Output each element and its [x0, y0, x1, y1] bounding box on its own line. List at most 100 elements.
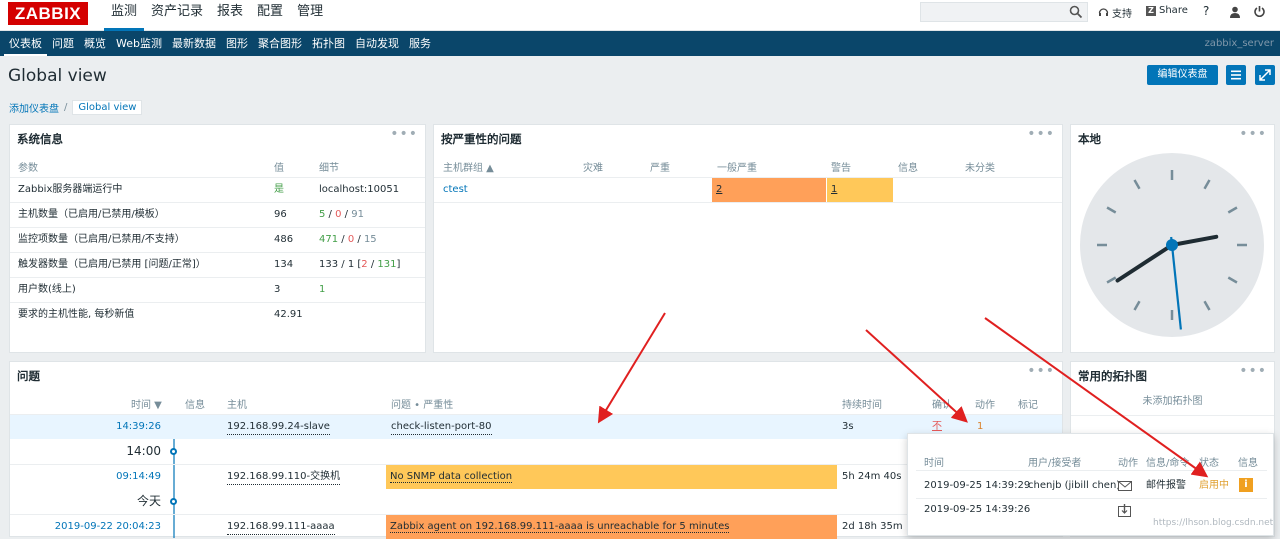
widget-title: 问题	[17, 369, 40, 383]
problem-link[interactable]: No SNMP data collection	[390, 471, 513, 483]
search-input[interactable]	[921, 3, 1066, 21]
detail-text: localhost:10051	[319, 184, 400, 195]
col-host-group[interactable]: 主机群组 ▲	[443, 159, 494, 174]
menu-reports[interactable]: 报表	[210, 0, 250, 31]
popup-col-time: 时间	[924, 458, 944, 469]
widget-title: 系统信息	[17, 132, 63, 146]
col-param: 参数	[18, 163, 38, 174]
problem-severity-cell: Zabbix agent on 192.168.99.111-aaaa is u…	[386, 515, 837, 539]
col-ack: 确认	[932, 400, 952, 411]
col-value: 值	[274, 163, 284, 174]
problem-time[interactable]: 14:39:26	[116, 415, 161, 439]
search-icon[interactable]	[1069, 5, 1083, 19]
tab-discovery[interactable]: 自动发现	[350, 31, 404, 56]
fullscreen-button[interactable]	[1255, 65, 1275, 85]
problem-time[interactable]: 2019-09-22 20:04:23	[55, 515, 161, 539]
value-text: 96	[274, 209, 287, 220]
param-text: 用户数(线上)	[18, 284, 76, 295]
menu-administration[interactable]: 管理	[290, 0, 330, 31]
tab-screens[interactable]: 聚合图形	[253, 31, 307, 56]
tab-problems[interactable]: 问题	[47, 31, 79, 56]
menu-monitoring[interactable]: 监测	[104, 0, 145, 31]
zabbix-logo[interactable]: ZABBIX	[8, 2, 88, 25]
watermark: https://lhson.blog.csdn.net	[1153, 518, 1274, 528]
value-text: 42.91	[274, 309, 303, 320]
fullscreen-icon	[1259, 69, 1271, 81]
table-row: 要求的主机性能, 每秒新值 42.91	[10, 302, 425, 327]
system-info-widget: 系统信息 ••• 参数 值 细节 Zabbix服务器端运行中 是 localho…	[9, 124, 426, 353]
widget-menu-icon[interactable]: •••	[390, 126, 418, 142]
slash: /	[338, 234, 348, 245]
param-text: 触发器数量（已启用/已禁用 [问题/正常]）	[18, 259, 206, 270]
clock-center	[1166, 239, 1178, 251]
edit-dashboard-button[interactable]: 编辑仪表盘	[1147, 65, 1218, 85]
popup-divider	[916, 470, 1267, 471]
problem-time[interactable]: 09:14:49	[116, 465, 161, 489]
host-link[interactable]: 192.168.99.111-aaaa	[227, 520, 335, 535]
breadcrumb-current[interactable]: Global view	[72, 100, 143, 115]
trigger-summary: 133 / 1 [	[319, 259, 362, 270]
tab-overview[interactable]: 概览	[79, 31, 111, 56]
tab-graphs[interactable]: 图形	[221, 31, 253, 56]
dashboard-menu-button[interactable]	[1226, 65, 1246, 85]
popup-col-user: 用户/接受者	[1028, 458, 1082, 469]
menu-configuration[interactable]: 配置	[250, 0, 290, 31]
tab-latest-data[interactable]: 最新数据	[167, 31, 221, 56]
tab-web[interactable]: Web监测	[111, 31, 167, 56]
problem-link[interactable]: check-listen-port-80	[391, 420, 492, 435]
host-group-link[interactable]: ctest	[443, 178, 468, 202]
table-row: 用户数(线上) 3 1	[10, 277, 425, 302]
popup-col-message: 信息/命令	[1146, 458, 1190, 469]
share-icon: Z	[1146, 5, 1156, 16]
user-profile-icon[interactable]	[1229, 6, 1241, 18]
slash: /	[325, 209, 336, 220]
average-count[interactable]: 2	[712, 178, 826, 202]
sub-menu: 仪表板 问题 概览 Web监测 最新数据 图形 聚合图形 拓扑图 自动发现 服务	[4, 31, 436, 56]
col-time[interactable]: 时间 ▼	[131, 396, 162, 411]
page-title: Global view	[8, 66, 107, 86]
sign-out-icon[interactable]	[1253, 5, 1266, 18]
detail-text: 133 / 1 [2 / 131]	[319, 253, 400, 277]
duration-text: 2d 18h 35m	[842, 521, 903, 532]
col-high: 严重	[650, 163, 670, 174]
value-text: 486	[274, 234, 294, 245]
problems-by-severity-widget: 按严重性的问题 ••• 主机群组 ▲ 灾难 严重 一般严重 警告 信息 未分类 …	[433, 124, 1063, 353]
tab-dashboard[interactable]: 仪表板	[4, 31, 47, 56]
support-link[interactable]: 支持	[1098, 5, 1132, 20]
col-info: 信息	[185, 400, 205, 411]
detail-text: 5 / 0 / 91	[319, 203, 364, 227]
info-icon[interactable]: i	[1239, 478, 1253, 492]
widget-menu-icon[interactable]: •••	[1027, 126, 1055, 142]
breadcrumb-parent[interactable]: 添加仪表盘	[9, 100, 59, 115]
timeline-divider: 14:00	[10, 439, 1062, 464]
row-divider	[434, 202, 1062, 203]
action-time: 2019-09-25 14:39:29	[924, 480, 1031, 491]
tab-services[interactable]: 服务	[404, 31, 436, 56]
param-text: 监控项数量（已启用/已禁用/不支持）	[18, 234, 185, 245]
col-information: 信息	[898, 163, 918, 174]
host-link[interactable]: 192.168.99.110-交换机	[227, 470, 341, 485]
help-link[interactable]: ?	[1203, 4, 1209, 18]
col-host: 主机	[227, 400, 247, 411]
template-count: 91	[351, 209, 364, 220]
slash: /	[354, 234, 364, 245]
param-text: 主机数量（已启用/已禁用/模板）	[18, 209, 165, 220]
widget-menu-icon[interactable]: •••	[1239, 126, 1267, 142]
widget-menu-icon[interactable]: •••	[1027, 363, 1055, 379]
headset-icon	[1098, 8, 1109, 16]
share-link[interactable]: Z Share	[1146, 5, 1188, 16]
host-link[interactable]: 192.168.99.24-slave	[227, 420, 330, 435]
problem-link[interactable]: Zabbix agent on 192.168.99.111-aaaa is u…	[390, 521, 730, 533]
table-row: ctest 2 1	[434, 177, 1062, 202]
tab-maps[interactable]: 拓扑图	[307, 31, 350, 56]
menu-inventory[interactable]: 资产记录	[144, 0, 210, 31]
table-row: 触发器数量（已启用/已禁用 [问题/正常]） 134 133 / 1 [2 / …	[10, 252, 425, 277]
table-row: 09:14:49 192.168.99.110-交换机 No SNMP data…	[10, 464, 1062, 489]
list-icon	[1231, 70, 1241, 80]
widget-menu-icon[interactable]: •••	[1239, 363, 1267, 379]
warning-count[interactable]: 1	[827, 178, 893, 202]
action-user: chenjb (jibill chen)	[1028, 480, 1121, 491]
main-menu: 监测 资产记录 报表 配置 管理	[104, 0, 330, 31]
analog-clock	[1080, 153, 1264, 337]
share-label: Share	[1159, 5, 1188, 16]
